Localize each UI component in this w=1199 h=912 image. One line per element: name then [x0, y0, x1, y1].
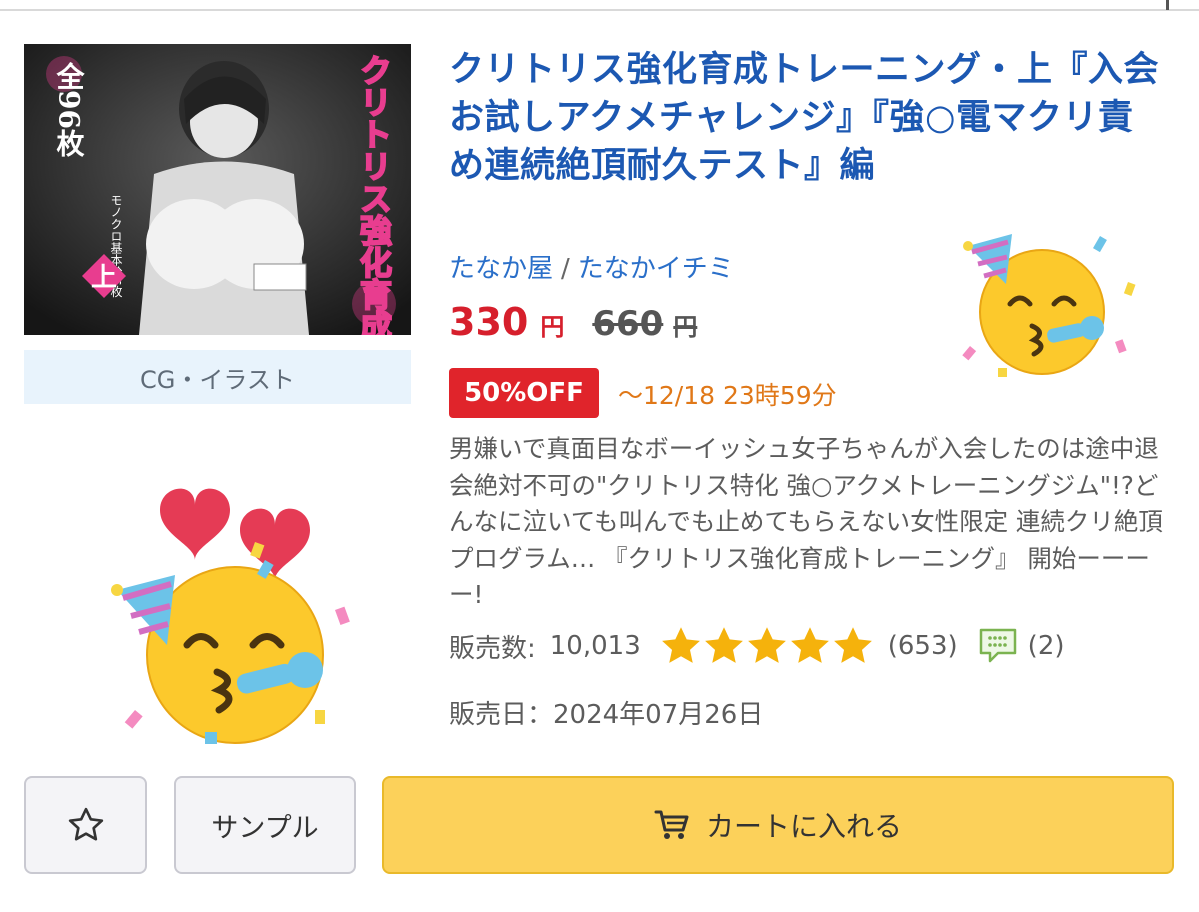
- svg-text:上: 上: [91, 263, 117, 293]
- circle-link[interactable]: たなか屋: [449, 254, 553, 284]
- release-date-row: 販売日：2024年07月26日: [449, 694, 763, 731]
- stats-row: 販売数: 10,013 (653) (2): [449, 624, 1065, 668]
- top-divider: [0, 0, 1199, 11]
- cart-button-label: カートに入れる: [705, 810, 902, 843]
- cover-title-text: クリトリス強化育成トレーニング: [355, 54, 393, 335]
- product-cover-image[interactable]: クリトリス強化育成トレーニング 全96枚 モノクロ基本絵6枚 上: [24, 44, 411, 335]
- add-to-cart-button[interactable]: カートに入れる: [382, 776, 1174, 874]
- comment-count[interactable]: (2): [1028, 631, 1065, 661]
- cart-icon: [654, 810, 689, 839]
- star-filled-icon: [833, 627, 872, 663]
- star-outline-icon: [68, 807, 103, 841]
- current-price-unit: 円: [540, 313, 565, 341]
- star-filled-icon: [661, 627, 700, 663]
- sales-count: 10,013: [549, 631, 641, 661]
- author-link[interactable]: たなかイチミ: [578, 254, 734, 284]
- discount-badge: 50%OFF: [449, 368, 599, 418]
- release-label: 販売日：: [449, 700, 554, 730]
- star-filled-icon: [704, 627, 743, 663]
- sale-deadline: ～12/18 23時59分: [618, 381, 837, 410]
- corner-handle-icon: [1166, 0, 1169, 10]
- cover-count-text: 全96枚: [53, 61, 86, 158]
- sales-label: 販売数:: [449, 633, 536, 664]
- comment-icon[interactable]: [978, 627, 1018, 665]
- cover-artwork: クリトリス強化育成トレーニング 全96枚 モノクロ基本絵6枚 上: [24, 44, 411, 335]
- original-price-unit: 円: [673, 313, 698, 341]
- author-line: たなか屋 / たなかイチミ: [449, 248, 734, 285]
- author-separator: /: [561, 254, 570, 284]
- sample-button[interactable]: サンプル: [174, 776, 356, 874]
- rating-stars[interactable]: [659, 624, 874, 668]
- star-filled-icon: [747, 627, 786, 663]
- category-label[interactable]: CG・イラスト: [24, 350, 411, 404]
- partying-face-hearts-emoji: [111, 488, 350, 744]
- favorite-button[interactable]: [24, 776, 147, 874]
- current-price: 330: [449, 300, 529, 344]
- star-filled-icon: [790, 627, 829, 663]
- original-price: 660: [592, 304, 664, 344]
- product-title[interactable]: クリトリス強化育成トレーニング・上『入会お試しアクメチャレンジ』『強○電マクリ責…: [449, 46, 1169, 190]
- product-description: 男嫌いで真面目なボーイッシュ女子ちゃんが入会したのは途中退会絶対不可の"クリトリ…: [449, 434, 1163, 609]
- review-count[interactable]: (653): [888, 631, 958, 661]
- price-row: 330 円 660 円: [449, 300, 697, 344]
- release-date: 2024年07月26日: [553, 700, 764, 730]
- partying-face-emoji-right: [962, 234, 1136, 377]
